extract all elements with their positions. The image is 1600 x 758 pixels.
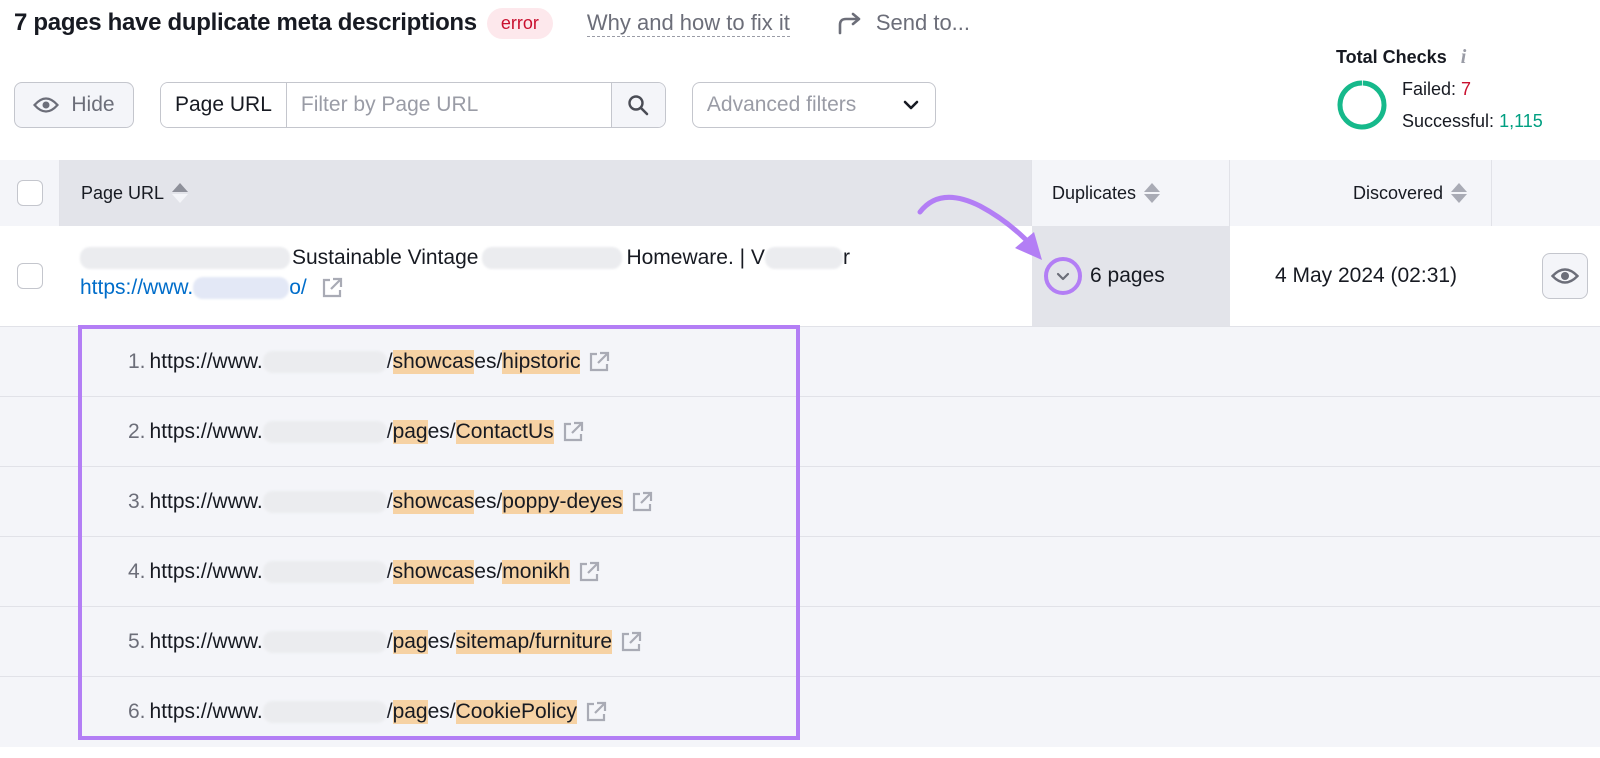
discovered-date: 4 May 2024 (02:31): [1274, 264, 1458, 287]
share-arrow-icon: [838, 12, 861, 35]
external-link-icon[interactable]: [588, 351, 610, 373]
column-header-duplicates[interactable]: Duplicates: [1032, 160, 1230, 226]
highlighted-segment: showcas: [392, 559, 475, 584]
row-number: 1.: [128, 349, 146, 373]
redacted-text: [262, 560, 387, 583]
row-number: 6.: [128, 700, 146, 723]
duplicate-page-link[interactable]: https://www. / pag es/CookiePolicy: [150, 700, 578, 724]
page-title: 7 pages have duplicate meta descriptions: [14, 9, 477, 36]
send-to-button[interactable]: Send to...: [836, 10, 970, 36]
checks-donut-chart: [1337, 80, 1387, 130]
search-button[interactable]: [610, 83, 665, 127]
duplicate-page-row: 4. https://www. / showcas es/monikh: [0, 537, 1600, 607]
duplicates-count: 6 pages: [1090, 264, 1165, 287]
chevron-down-icon: [1056, 272, 1070, 280]
duplicate-page-row: 2. https://www. / pag es/ContactUs: [0, 397, 1600, 467]
highlighted-segment: pag: [392, 419, 428, 444]
external-link-icon[interactable]: [631, 491, 653, 513]
row-number: 5.: [128, 629, 146, 653]
redacted-text: [262, 420, 387, 443]
row-checkbox[interactable]: [17, 263, 43, 289]
eye-icon: [33, 97, 60, 113]
table-header: Page URL Duplicates Discovered: [0, 160, 1600, 226]
external-link-icon[interactable]: [585, 701, 607, 723]
column-header-discovered[interactable]: Discovered: [1230, 160, 1492, 226]
eye-icon: [1551, 268, 1579, 284]
highlighted-segment: pag: [392, 700, 428, 724]
total-checks-widget: Total Checks i Failed: 7 Successful: 1,1…: [1336, 46, 1543, 137]
redacted-text: [193, 277, 290, 299]
highlighted-segment: showcas: [392, 489, 475, 514]
row-number: 3.: [128, 489, 146, 513]
redacted-text: [80, 247, 290, 269]
advanced-filters-dropdown[interactable]: Advanced filters: [691, 82, 936, 128]
highlighted-segment: pag: [392, 629, 428, 654]
external-link-icon[interactable]: [578, 561, 600, 583]
duplicate-page-row: 1. https://www. / showcas es/hipstoric: [0, 327, 1600, 397]
duplicate-page-row: 3. https://www. / showcas es/poppy-deyes: [0, 467, 1600, 537]
highlighted-segment: CookiePolicy: [455, 700, 578, 724]
page-url-link[interactable]: https://www. o/: [80, 276, 307, 300]
redacted-text: [262, 630, 387, 653]
duplicate-page-link[interactable]: https://www. / pag es/ContactUs: [150, 419, 554, 444]
redacted-text: [262, 490, 387, 513]
highlighted-segment: ContactUs: [455, 419, 554, 444]
column-header-page-url[interactable]: Page URL: [60, 160, 1032, 226]
duplicate-page-link[interactable]: https://www. / showcas es/poppy-deyes: [150, 489, 623, 514]
meta-description: Sustainable Vintage Homeware. | V r: [80, 246, 1032, 270]
error-badge: error: [486, 7, 553, 39]
total-checks-title: Total Checks: [1336, 47, 1447, 67]
table-row: Sustainable Vintage Homeware. | V r http…: [0, 226, 1600, 327]
highlighted-segment: monikh: [502, 559, 570, 584]
view-details-button[interactable]: [1542, 253, 1588, 299]
duplicate-page-row: 5. https://www. / pag es/sitemap/furniture: [0, 607, 1600, 677]
duplicate-pages-list: 1. https://www. / showcas es/hipstoric 2. http…: [0, 327, 1600, 747]
successful-count-line: Successful: 1,115: [1402, 111, 1543, 131]
successful-count: 1,115: [1499, 111, 1543, 131]
redacted-text: [482, 247, 623, 269]
row-number: 4.: [128, 559, 146, 583]
expand-duplicates-toggle[interactable]: [1044, 257, 1082, 295]
filter-toolbar: Hide Page URL Advanced filters: [14, 82, 936, 128]
highlighted-segment: showcas: [392, 349, 475, 374]
external-link-icon[interactable]: [620, 631, 642, 653]
highlighted-segment: poppy-deyes: [502, 489, 623, 514]
redacted-text: [262, 350, 387, 373]
send-to-label: Send to...: [875, 10, 971, 35]
sort-icon[interactable]: [1451, 183, 1467, 203]
external-link-icon[interactable]: [562, 421, 584, 443]
sort-icon[interactable]: [172, 183, 189, 203]
duplicate-page-link[interactable]: https://www. / showcas es/hipstoric: [150, 349, 581, 374]
hide-label: Hide: [71, 93, 115, 116]
column-header-actions: [1492, 160, 1600, 226]
advanced-filters-label: Advanced filters: [706, 93, 857, 116]
hide-button[interactable]: Hide: [14, 82, 134, 128]
redacted-text: [262, 701, 387, 723]
donut-success-arc: [1337, 80, 1387, 130]
why-and-how-link[interactable]: Why and how to fix it: [586, 10, 790, 37]
highlighted-segment: hipstoric: [502, 349, 581, 374]
duplicate-page-link[interactable]: https://www. / pag es/sitemap/furniture: [150, 629, 613, 654]
filter-field-label[interactable]: Page URL: [161, 83, 287, 127]
page-url-filter: Page URL: [160, 82, 666, 128]
highlighted-segment: sitemap/furniture: [455, 629, 613, 654]
failed-count: 7: [1461, 79, 1472, 99]
issue-header: 7 pages have duplicate meta descriptions…: [14, 6, 970, 40]
failed-count-line: Failed: 7: [1402, 79, 1472, 99]
row-number: 2.: [128, 419, 146, 443]
duplicate-page-link[interactable]: https://www. / showcas es/monikh: [150, 559, 570, 584]
sort-icon[interactable]: [1144, 183, 1161, 203]
chevron-down-icon: [903, 100, 919, 110]
filter-input[interactable]: [286, 83, 611, 127]
search-icon: [628, 95, 649, 116]
info-icon[interactable]: i: [1461, 46, 1467, 69]
redacted-text: [764, 247, 843, 269]
duplicate-page-row: 6. https://www. / pag es/CookiePolicy: [0, 677, 1600, 747]
select-all-checkbox[interactable]: [16, 180, 43, 206]
external-link-icon[interactable]: [321, 277, 343, 299]
